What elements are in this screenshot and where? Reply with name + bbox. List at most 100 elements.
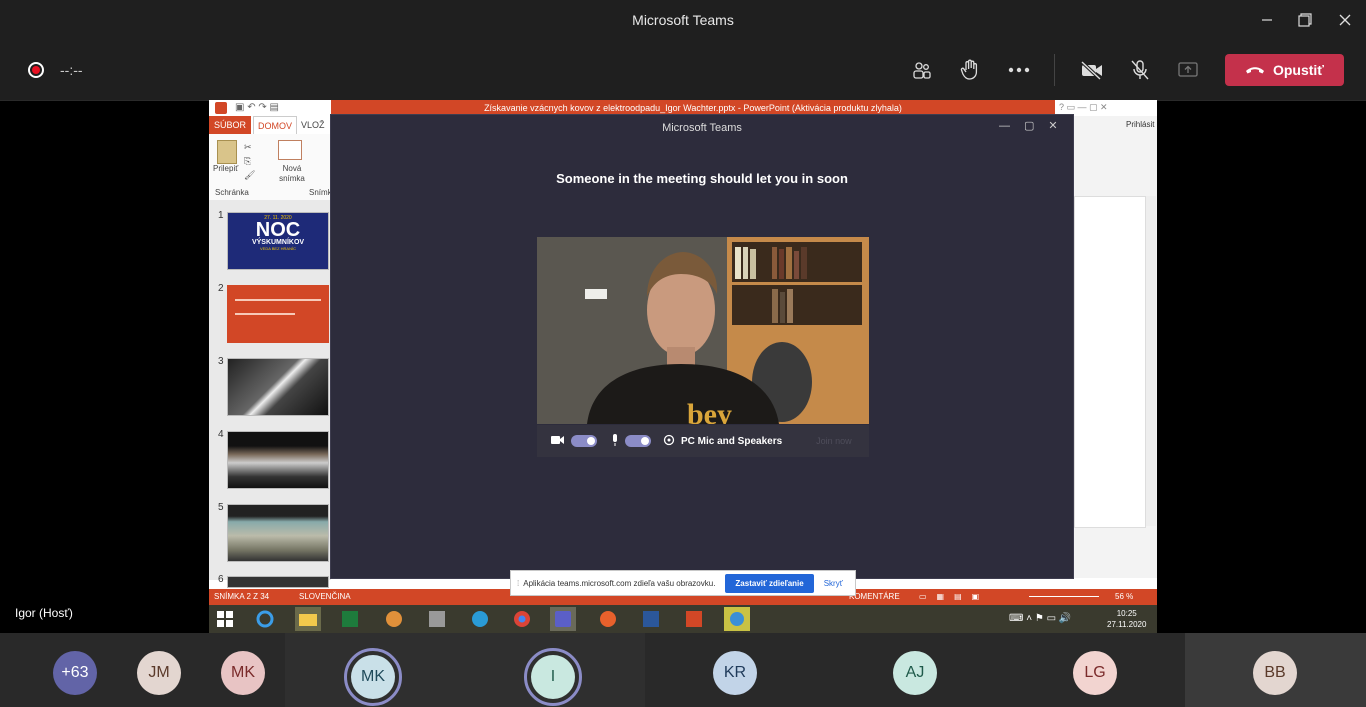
tab-vloz[interactable]: VLOŽ — [301, 116, 331, 134]
clock-date: 27.11.2020 — [1107, 620, 1147, 629]
slide-thumbnails-pane: 1 27. 11. 2020 NOC VÝSKUMNÍKOV VEDA BEZ … — [209, 200, 331, 588]
firefox-icon[interactable] — [595, 607, 621, 631]
svg-text:bey: bey — [687, 398, 732, 424]
slide-thumbnail-1[interactable]: 27. 11. 2020 NOC VÝSKUMNÍKOV VEDA BEZ HR… — [227, 212, 329, 270]
lobby-message: Someone in the meeting should let you in… — [556, 171, 848, 186]
dialog-window-controls[interactable]: —▢✕ — [999, 119, 1072, 132]
toolbar-divider — [1054, 54, 1055, 86]
more-options-icon[interactable] — [1002, 55, 1036, 85]
slide-number: 1 — [218, 210, 224, 221]
app-icon[interactable] — [724, 607, 750, 631]
stop-sharing-button[interactable]: Zastaviť zdieľanie — [725, 573, 814, 593]
hang-up-icon — [1245, 62, 1265, 78]
recording-icon — [28, 62, 44, 78]
chrome-icon[interactable] — [509, 607, 535, 631]
teams-lobby-dialog: Microsoft Teams —▢✕ Someone in the meeti… — [330, 114, 1074, 579]
file-explorer-icon[interactable] — [295, 607, 321, 631]
presenter-name: Igor (Hosť) — [15, 606, 73, 620]
avatar[interactable]: AJ — [893, 651, 937, 695]
tab-subor[interactable]: SÚBOR — [209, 116, 251, 134]
zoom-level: 56 % — [1115, 592, 1134, 601]
system-tray-icons[interactable]: ⌨ ˄ ⚑ ▭ 🔊 — [1009, 613, 1071, 624]
slide-number: 2 — [218, 283, 224, 294]
join-now-button[interactable]: Join now — [816, 436, 852, 446]
powerpoint-right-pane: Prihlásit — [1074, 116, 1157, 578]
raise-hand-icon[interactable] — [953, 55, 987, 85]
shared-screen: ▣ ↶ ↷ ▤ Získavanie vzácnych kovov z elek… — [209, 100, 1157, 633]
leave-label: Opustiť — [1272, 62, 1325, 78]
hide-banner-link[interactable]: Skryť — [824, 579, 843, 588]
close-icon[interactable] — [1322, 0, 1366, 40]
slide-number: 3 — [218, 356, 224, 367]
camera-preview: bey — [537, 237, 869, 424]
clipboard-small-icons[interactable]: ✂ ⎘ 🖌 — [244, 140, 255, 182]
slide-thumbnail-6[interactable] — [227, 576, 329, 588]
overflow-participants-avatar[interactable]: +63 — [53, 651, 97, 695]
avatar[interactable]: LG — [1073, 651, 1117, 695]
leave-button[interactable]: Opustiť — [1225, 54, 1344, 86]
ie-icon[interactable] — [252, 607, 278, 631]
slide-number: 4 — [218, 429, 224, 440]
clipboard-group-label: Schránka — [215, 188, 249, 197]
paste-icon[interactable] — [217, 140, 237, 164]
camera-icon — [551, 435, 565, 448]
powerpoint-logo-icon — [215, 102, 227, 114]
comments-button[interactable]: KOMENTÁRE — [849, 589, 900, 605]
slides-group-label: Snímk — [309, 188, 332, 197]
share-screen-icon[interactable] — [1171, 55, 1205, 85]
avatar[interactable]: I — [531, 655, 575, 699]
ribbon: Prilepiť ✂ ⎘ 🖌 Nová snímka Schránka Snímk — [209, 134, 332, 201]
slide1-title: NOC — [255, 219, 301, 241]
new-slide-label[interactable]: Nová snímka — [277, 164, 307, 184]
new-slide-icon[interactable] — [278, 140, 302, 160]
clock-time: 10:25 — [1116, 609, 1137, 618]
edge-icon[interactable] — [467, 607, 493, 631]
meeting-toolbar — [0, 40, 1366, 101]
tab-domov[interactable]: DOMOV — [253, 116, 297, 134]
avatar[interactable]: BB — [1253, 651, 1297, 695]
avatar[interactable]: MK — [221, 651, 265, 695]
window-title: Microsoft Teams — [632, 12, 734, 28]
camera-off-icon[interactable] — [1075, 55, 1109, 85]
participants-icon[interactable] — [905, 55, 939, 85]
word-icon[interactable] — [638, 607, 664, 631]
microphone-toggle[interactable] — [625, 435, 651, 447]
language[interactable]: SLOVENČINA — [299, 589, 351, 605]
slide-thumbnail-5[interactable] — [227, 504, 329, 562]
slide-thumbnail-2[interactable] — [227, 285, 329, 343]
avatar[interactable]: JM — [137, 651, 181, 695]
slide-number: 6 — [218, 574, 224, 585]
calculator-icon[interactable] — [337, 607, 363, 631]
camera-toggle[interactable] — [571, 435, 597, 447]
slide-thumbnail-4[interactable] — [227, 431, 329, 489]
mic-off-icon[interactable] — [1123, 55, 1157, 85]
drag-handle-icon[interactable]: ⁞ — [517, 579, 519, 588]
slide-thumbnail-3[interactable] — [227, 358, 329, 416]
quick-access-icons: ▣ ↶ ↷ ▤ — [235, 102, 279, 113]
sign-in-link[interactable]: Prihlásit — [1126, 120, 1154, 129]
zoom-slider[interactable] — [1029, 596, 1099, 597]
share-banner-text: Aplikácia teams.microsoft.com zdieľa vaš… — [523, 578, 716, 588]
taskbar-clock: 10:25 27.11.2020 — [1107, 608, 1146, 630]
participants-strip — [0, 633, 1366, 707]
device-settings-icon[interactable] — [663, 434, 675, 449]
device-controls: PC Mic and Speakers Join now — [537, 425, 869, 457]
slide-canvas-edge — [1074, 196, 1146, 528]
app-icon[interactable] — [424, 607, 450, 631]
view-buttons[interactable]: ▭▦▤▣ — [919, 589, 989, 605]
scrollbar[interactable] — [1146, 196, 1156, 526]
powerpoint-taskbar-icon[interactable] — [681, 607, 707, 631]
slide-number: 5 — [218, 502, 224, 513]
meeting-timer: --:-- — [60, 62, 83, 78]
paste-label[interactable]: Prilepiť — [213, 164, 238, 173]
avatar[interactable]: MK — [351, 655, 395, 699]
picasa-icon[interactable] — [381, 607, 407, 631]
teams-icon[interactable] — [550, 607, 576, 631]
audio-device-label[interactable]: PC Mic and Speakers — [681, 436, 782, 447]
slide1-subtitle: VÝSKUMNÍKOV — [251, 239, 305, 246]
dialog-title: Microsoft Teams — [331, 115, 1073, 141]
microphone-icon — [611, 433, 619, 449]
screen-share-banner: ⁞ Aplikácia teams.microsoft.com zdieľa v… — [510, 570, 856, 596]
avatar[interactable]: KR — [713, 651, 757, 695]
windows-start-icon[interactable] — [217, 611, 233, 632]
